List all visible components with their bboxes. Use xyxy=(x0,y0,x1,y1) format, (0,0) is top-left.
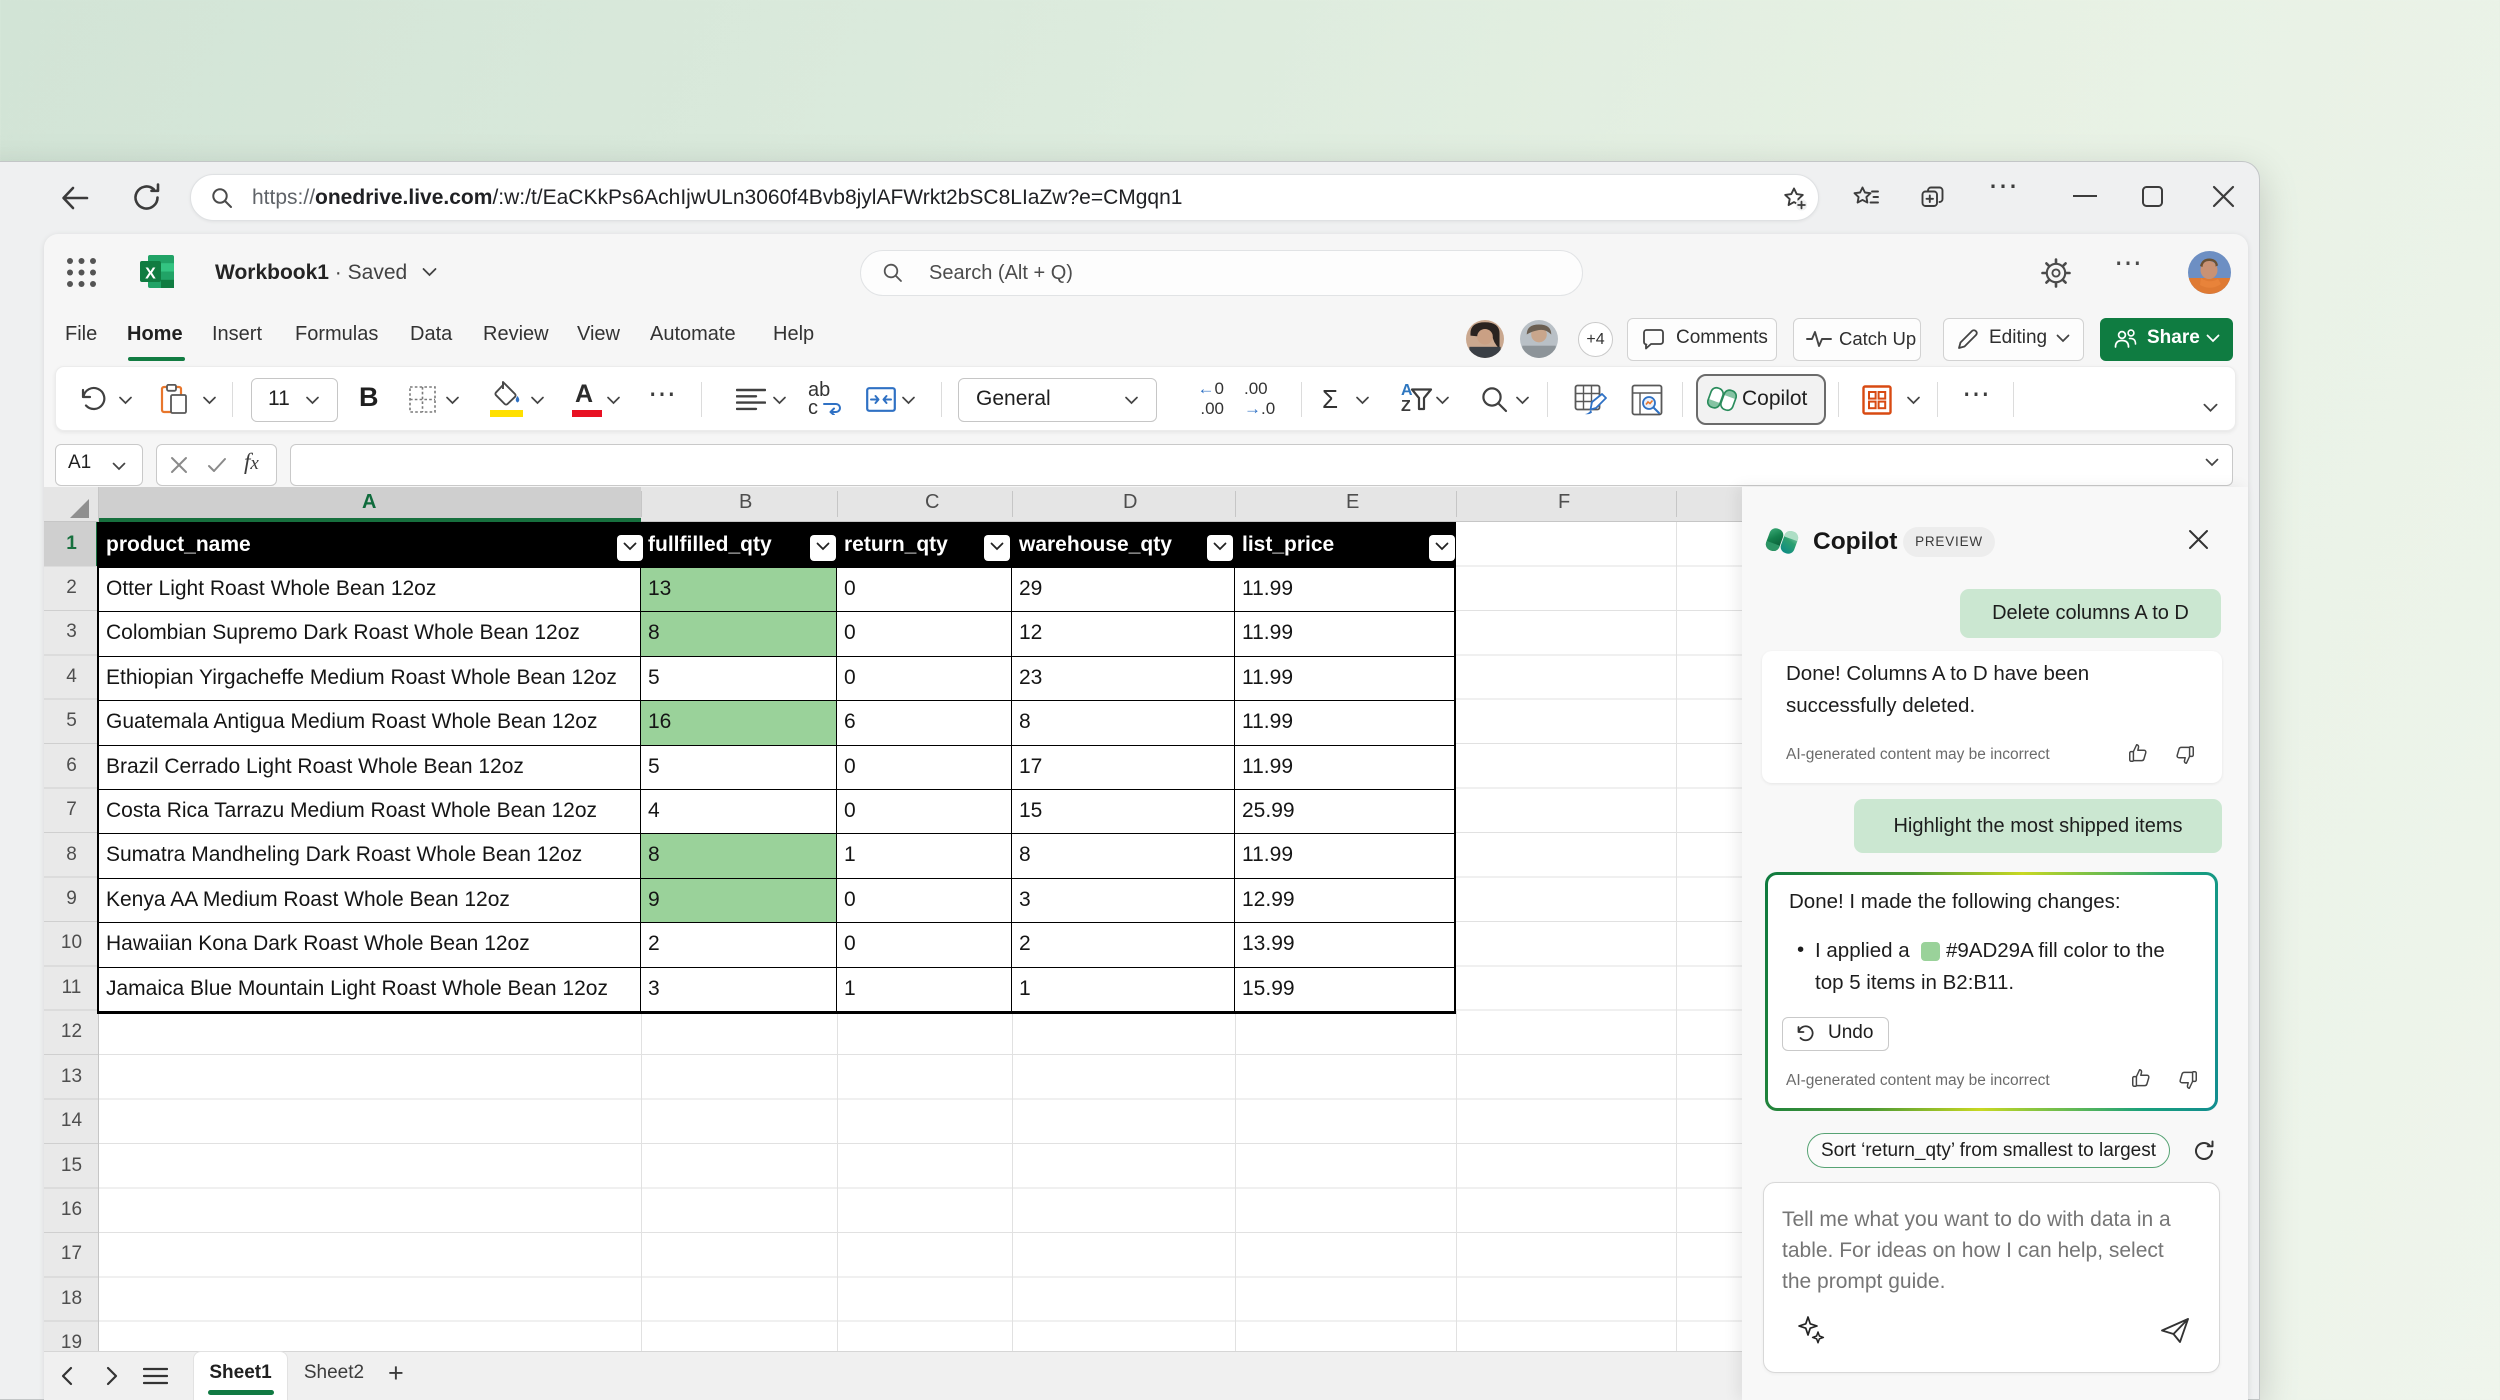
svg-text:X: X xyxy=(145,266,156,283)
